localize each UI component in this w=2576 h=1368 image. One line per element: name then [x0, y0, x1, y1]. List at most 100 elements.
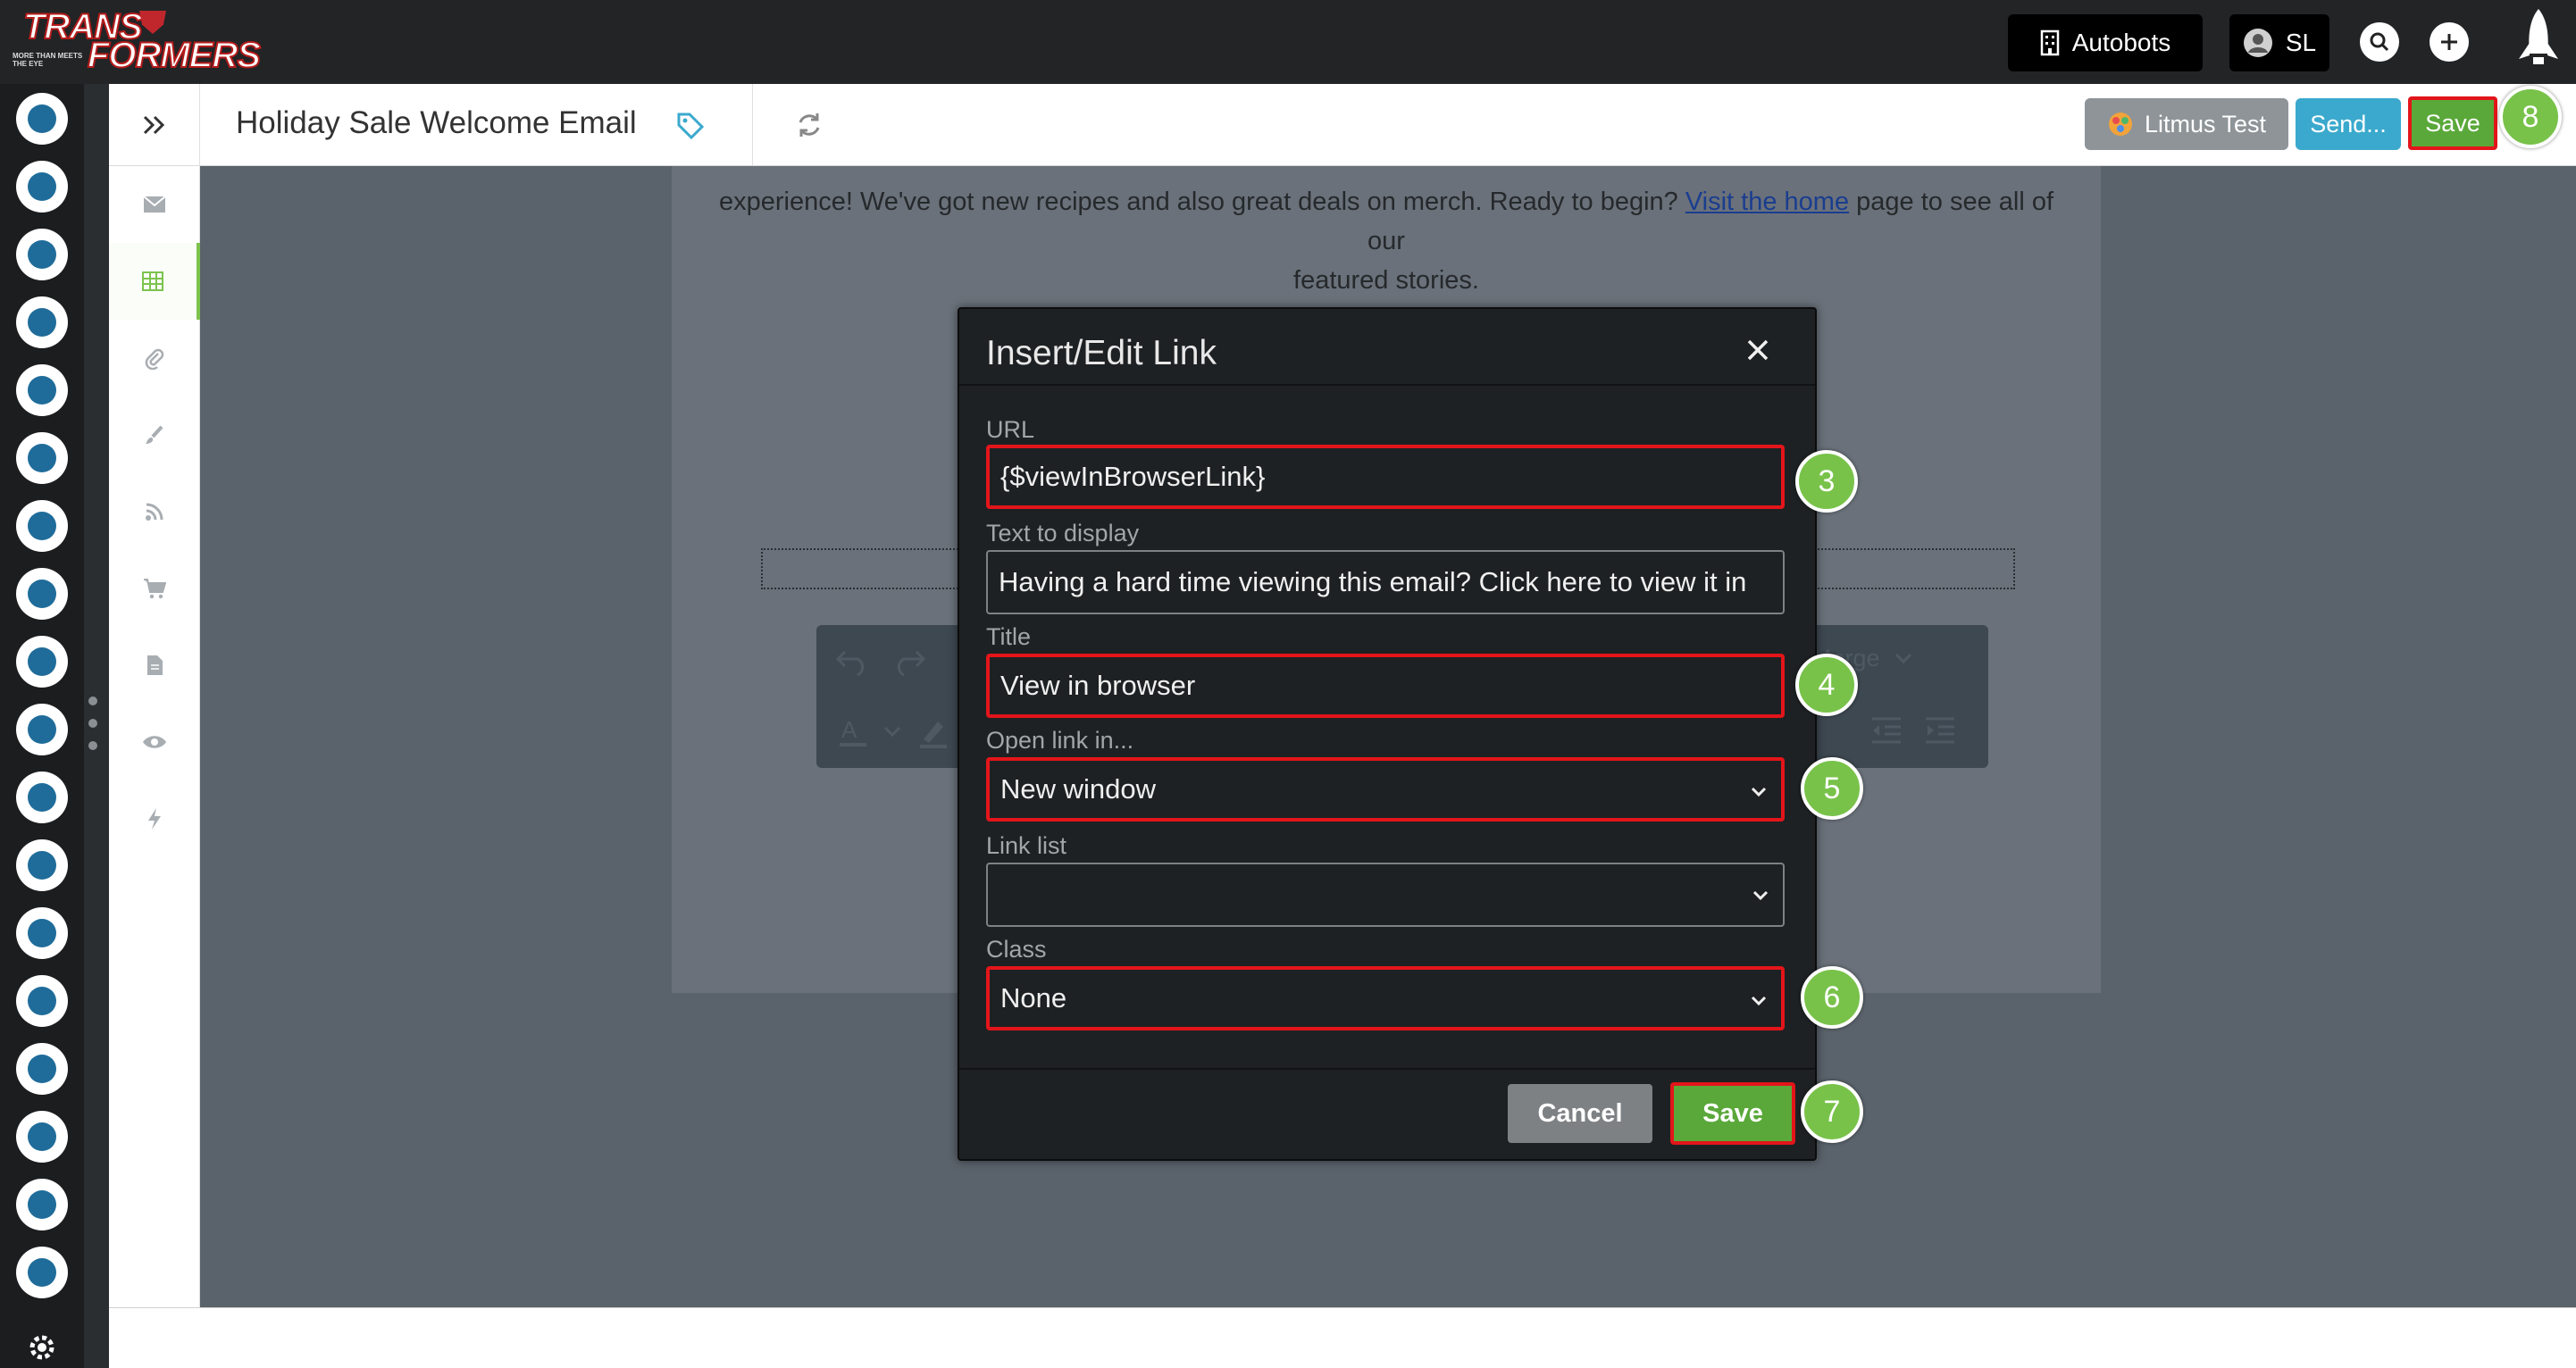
- user-menu-button[interactable]: SL: [2229, 14, 2329, 71]
- title-field[interactable]: View in browser: [986, 654, 1785, 718]
- app-navigation-rail: [0, 84, 84, 1368]
- step-callout-title: 4: [1795, 654, 1858, 716]
- undo-icon[interactable]: [834, 645, 870, 677]
- merge-chevron-icon: [1894, 653, 1912, 664]
- send-button[interactable]: Send...: [2296, 98, 2401, 150]
- forms-app-icon[interactable]: [16, 229, 68, 280]
- class-select[interactable]: None: [986, 966, 1785, 1030]
- table-grid-icon: [142, 271, 163, 291]
- open-link-in-label: Open link in...: [986, 727, 1134, 754]
- tool-styles[interactable]: [109, 396, 200, 473]
- insert-edit-link-dialog: Insert/Edit Link URL {$viewInBrowserLink…: [958, 307, 1817, 1161]
- tool-products[interactable]: [109, 550, 200, 627]
- svg-text:A: A: [841, 716, 857, 743]
- campaigns-app-icon[interactable]: [16, 500, 68, 552]
- top-bar: TRANS MORE THAN MEETS THE EYE FORMERS Au…: [0, 0, 2576, 84]
- indent-icon[interactable]: [1924, 716, 1956, 745]
- text-to-display-label: Text to display: [986, 520, 1140, 546]
- page-title: Holiday Sale Welcome Email: [236, 105, 637, 140]
- outdent-icon[interactable]: [1870, 716, 1903, 745]
- calendar-app-icon[interactable]: [16, 839, 68, 891]
- rail-drag-handle[interactable]: [88, 697, 98, 750]
- step-callout-url: 3: [1795, 450, 1858, 513]
- tool-automation[interactable]: [109, 780, 200, 857]
- link-list-label: Link list: [986, 832, 1067, 859]
- contacts-app-icon[interactable]: [16, 93, 68, 145]
- email-intro-text[interactable]: We're happy you've joined our newsletter…: [698, 171, 2074, 300]
- title-label: Title: [986, 623, 1032, 650]
- dialog-close-button[interactable]: [1736, 329, 1779, 371]
- step-callout-open-link: 5: [1801, 757, 1863, 820]
- litmus-icon: [2108, 113, 2132, 136]
- refresh-button[interactable]: [791, 107, 827, 143]
- open-link-in-select[interactable]: New window: [986, 757, 1785, 822]
- expand-panel-button[interactable]: [109, 84, 200, 166]
- tool-preview[interactable]: [109, 704, 200, 780]
- tag-icon: [677, 113, 705, 140]
- partners-app-icon[interactable]: [16, 907, 68, 959]
- close-icon: [1747, 339, 1769, 361]
- font-color-chevron-icon[interactable]: [882, 725, 902, 739]
- search-icon: [2370, 32, 2389, 52]
- cancel-button[interactable]: Cancel: [1508, 1084, 1652, 1143]
- integrations-app-icon[interactable]: [16, 1247, 68, 1298]
- tag-button[interactable]: [672, 107, 707, 143]
- chat-app-icon[interactable]: [16, 568, 68, 620]
- analytics-app-icon[interactable]: [16, 975, 68, 1027]
- header-save-button[interactable]: Save: [2408, 96, 2497, 150]
- brush-icon: [146, 425, 163, 444]
- step-callout-save: 7: [1801, 1080, 1863, 1143]
- envelope-icon: [143, 196, 166, 213]
- tool-attachments[interactable]: [109, 320, 200, 396]
- highlight-icon[interactable]: [918, 714, 949, 750]
- tool-rss[interactable]: [109, 473, 200, 550]
- settings-gear-icon[interactable]: [27, 1332, 57, 1363]
- chevron-down-icon: [1751, 996, 1767, 1006]
- font-color-icon[interactable]: A: [838, 714, 870, 750]
- class-label: Class: [986, 936, 1047, 963]
- transformers-logo[interactable]: TRANS MORE THAN MEETS THE EYE FORMERS: [5, 7, 262, 74]
- webinar-app-icon[interactable]: [16, 704, 68, 755]
- reports-app-icon[interactable]: [16, 1179, 68, 1230]
- global-search-button[interactable]: [2360, 22, 2399, 62]
- user-initials: SL: [2285, 29, 2317, 56]
- dialog-header: Insert/Edit Link: [959, 309, 1815, 386]
- map-app-icon[interactable]: [16, 296, 68, 348]
- logo-line-2: FORMERS: [87, 36, 262, 75]
- litmus-test-button[interactable]: Litmus Test: [2085, 98, 2288, 150]
- class-value: None: [1000, 982, 1067, 1013]
- url-field[interactable]: {$viewInBrowserLink}: [986, 445, 1785, 509]
- support-app-icon[interactable]: [16, 1043, 68, 1095]
- email-text-line-2-start: experience! We've got new recipes and al…: [718, 188, 1678, 216]
- launch-rocket-icon[interactable]: [2506, 4, 2571, 80]
- lists-app-icon[interactable]: [16, 432, 68, 484]
- link-list-select[interactable]: [986, 863, 1785, 927]
- account-switcher-button[interactable]: Autobots: [2008, 14, 2203, 71]
- text-to-display-field[interactable]: Having a hard time viewing this email? C…: [986, 550, 1785, 614]
- header-divider: [752, 84, 753, 166]
- visit-home-link[interactable]: Visit the home: [1685, 188, 1849, 216]
- email-text-line-2: experience! We've got new recipes and al…: [698, 182, 2074, 261]
- paperclip-icon: [145, 348, 164, 370]
- users-app-icon[interactable]: [16, 1111, 68, 1163]
- create-new-button[interactable]: [2430, 22, 2469, 62]
- media-app-icon[interactable]: [16, 772, 68, 823]
- cart-icon: [144, 579, 166, 599]
- redo-icon[interactable]: [891, 645, 927, 677]
- social-app-icon[interactable]: [16, 636, 68, 688]
- lightning-icon: [148, 808, 161, 830]
- dialog-save-button[interactable]: Save: [1670, 1082, 1795, 1145]
- step-callout-header-save: 8: [2499, 86, 2562, 148]
- email-app-icon[interactable]: [16, 161, 68, 213]
- open-link-in-value: New window: [1000, 773, 1157, 805]
- tool-documents[interactable]: [109, 627, 200, 704]
- footer-strip: [109, 1307, 2576, 1368]
- workflow-app-icon[interactable]: [16, 364, 68, 416]
- tool-email-settings[interactable]: [109, 166, 200, 243]
- email-text-line-3: featured stories.: [1293, 266, 1479, 295]
- litmus-test-label: Litmus Test: [2144, 110, 2267, 138]
- refresh-icon: [799, 113, 820, 137]
- chevron-down-icon: [1751, 787, 1767, 797]
- tool-layout[interactable]: [109, 243, 200, 320]
- account-name: Autobots: [2071, 29, 2171, 56]
